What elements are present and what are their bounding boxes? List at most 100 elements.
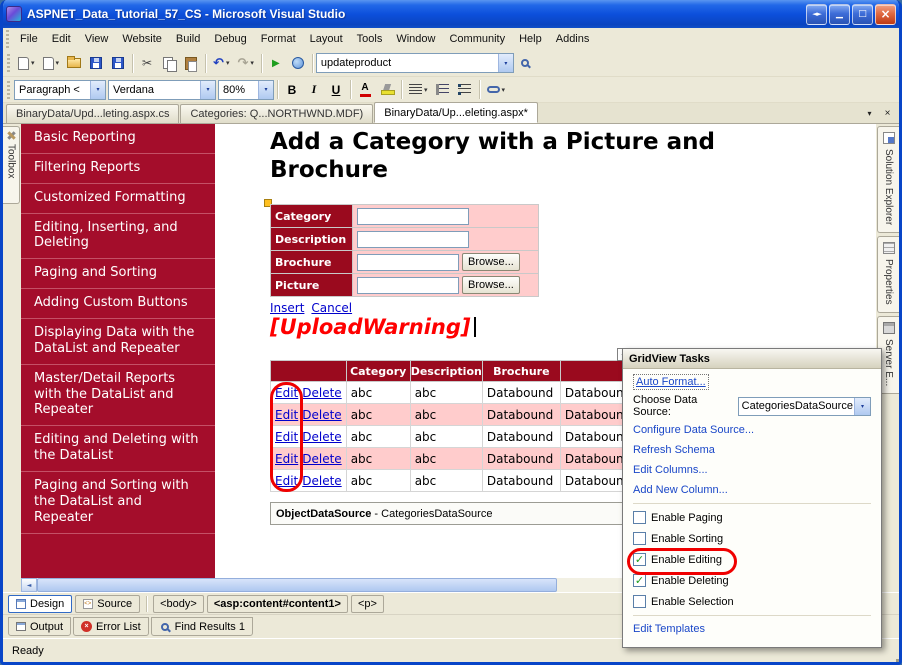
enable-editing-checkbox[interactable]: ✓ Enable Editing (633, 549, 871, 570)
edit-link[interactable]: Edit (275, 408, 298, 422)
configure-data-source-link[interactable]: Configure Data Source... (633, 420, 871, 440)
breadcrumb-body-tag[interactable]: <body> (153, 594, 204, 613)
start-debug-button[interactable]: ▶ (265, 52, 287, 74)
edit-link[interactable]: Edit (275, 452, 298, 466)
menu-tools[interactable]: Tools (350, 28, 390, 50)
hyperlink-button[interactable]: ▾ (483, 79, 510, 101)
nav-paging-sorting[interactable]: Paging and Sorting (21, 259, 215, 290)
tab-binarydata-aspx-active[interactable]: BinaryData/Up...eleting.aspx* (374, 102, 538, 123)
objectdatasource-control[interactable]: ObjectDataSource - CategoriesDataSource (270, 502, 633, 525)
checkbox-box[interactable] (633, 532, 646, 545)
highlight-button[interactable] (376, 79, 398, 101)
italic-button[interactable]: I (303, 79, 325, 101)
menu-format[interactable]: Format (254, 28, 303, 50)
bold-button[interactable]: B (281, 79, 303, 101)
brochure-browse-button[interactable]: Browse... (462, 253, 520, 271)
nav-editing-inserting-deleting[interactable]: Editing, Inserting, and Deleting (21, 214, 215, 260)
checkbox-box[interactable]: ✓ (633, 553, 646, 566)
description-input[interactable] (357, 230, 469, 248)
breadcrumb-content-tag[interactable]: <asp:content#content1> (206, 594, 348, 613)
solution-explorer-tab[interactable]: Solution Explorer (877, 126, 899, 234)
nav-basic-reporting[interactable]: Basic Reporting (21, 124, 215, 154)
nav-filtering-reports[interactable]: Filtering Reports (21, 154, 215, 184)
checkbox-box[interactable] (633, 595, 646, 608)
resize-grip[interactable] (892, 655, 895, 658)
minimize-button[interactable]: ▁ (829, 3, 850, 25)
edit-link[interactable]: Edit (275, 430, 298, 444)
nav-editing-deleting-datalist[interactable]: Editing and Deleting with the DataList (21, 426, 215, 473)
font-color-button[interactable]: A (354, 79, 376, 101)
insert-link[interactable]: Insert (270, 301, 304, 315)
category-input[interactable] (357, 207, 469, 225)
enable-selection-checkbox[interactable]: Enable Selection (633, 591, 871, 612)
font-name-combo[interactable]: Verdana ▾ (108, 79, 216, 100)
refresh-schema-link[interactable]: Refresh Schema (633, 440, 871, 460)
output-tab[interactable]: Output (8, 617, 72, 636)
dropdown-arrow-icon[interactable]: ▾ (258, 80, 273, 99)
redo-button[interactable]: ↷ ▾ (233, 52, 257, 74)
dock-swap-button[interactable]: ◄► (806, 3, 827, 25)
edit-link[interactable]: Edit (275, 474, 298, 488)
enable-sorting-checkbox[interactable]: Enable Sorting (633, 528, 871, 549)
browse-with-button[interactable] (287, 52, 309, 74)
delete-link[interactable]: Delete (302, 474, 341, 488)
brochure-input[interactable] (357, 253, 459, 271)
checkbox-box[interactable] (633, 511, 646, 524)
delete-link[interactable]: Delete (302, 386, 341, 400)
menu-view[interactable]: View (78, 28, 116, 50)
scroll-left-button[interactable]: ◄ (21, 578, 37, 592)
menu-edit[interactable]: Edit (45, 28, 78, 50)
menu-build[interactable]: Build (169, 28, 207, 50)
menu-layout[interactable]: Layout (303, 28, 350, 50)
auto-format-link[interactable]: Auto Format... (633, 374, 709, 390)
nav-custom-buttons[interactable]: Adding Custom Buttons (21, 289, 215, 320)
add-new-column-link[interactable]: Add New Column... (633, 480, 871, 500)
tab-list-dropdown-button[interactable]: ▾ (862, 106, 877, 121)
picture-browse-button[interactable]: Browse... (462, 276, 520, 294)
dropdown-arrow-icon[interactable]: ▾ (497, 54, 513, 72)
dropdown-arrow-icon[interactable]: ▾ (854, 397, 870, 415)
menu-window[interactable]: Window (389, 28, 442, 50)
nav-datalist-repeater[interactable]: Displaying Data with the DataList and Re… (21, 319, 215, 365)
design-view-button[interactable]: Design (8, 594, 73, 613)
delete-link[interactable]: Delete (302, 408, 341, 422)
enable-deleting-checkbox[interactable]: ✓ Enable Deleting (633, 570, 871, 591)
block-format-combo[interactable]: Paragraph < ▾ (14, 79, 106, 100)
source-view-button[interactable]: Source (75, 594, 141, 613)
open-file-button[interactable] (63, 52, 85, 74)
paste-button[interactable] (180, 52, 202, 74)
edit-templates-link[interactable]: Edit Templates (633, 619, 871, 639)
close-button[interactable]: × (875, 3, 896, 25)
edit-columns-link[interactable]: Edit Columns... (633, 460, 871, 480)
dropdown-arrow-icon[interactable]: ▾ (90, 80, 105, 99)
save-button[interactable] (85, 52, 107, 74)
nav-paging-sorting-datalist[interactable]: Paging and Sorting with the DataList and… (21, 472, 215, 534)
enable-paging-checkbox[interactable]: Enable Paging (633, 507, 871, 528)
properties-tab[interactable]: Properties (877, 236, 899, 313)
bullet-list-button[interactable] (454, 79, 476, 101)
error-list-tab[interactable]: × Error List (73, 617, 149, 636)
menu-debug[interactable]: Debug (207, 28, 253, 50)
save-all-button[interactable] (107, 52, 129, 74)
breadcrumb-p-tag[interactable]: <p> (350, 594, 384, 613)
copy-button[interactable] (158, 52, 180, 74)
menu-addins[interactable]: Addins (549, 28, 597, 50)
find-in-files-button[interactable] (514, 52, 536, 74)
checkbox-box[interactable]: ✓ (633, 574, 646, 587)
close-document-button[interactable]: × (880, 106, 895, 121)
toolbar-search-combo[interactable]: updateproduct ▾ (315, 53, 514, 73)
tab-binarydata-aspx-cs[interactable]: BinaryData/Upd...leting.aspx.cs (6, 104, 180, 123)
menu-community[interactable]: Community (442, 28, 512, 50)
delete-link[interactable]: Delete (302, 452, 341, 466)
numbered-list-button[interactable] (432, 79, 454, 101)
nav-master-detail[interactable]: Master/Detail Reports with the DataList … (21, 365, 215, 427)
cut-button[interactable]: ✂ (136, 52, 158, 74)
menu-website[interactable]: Website (115, 28, 169, 50)
picture-input[interactable] (357, 276, 459, 294)
new-website-button[interactable]: ▾ (14, 52, 39, 74)
menu-help[interactable]: Help (512, 28, 549, 50)
dropdown-arrow-icon[interactable]: ▾ (200, 80, 215, 99)
data-source-combo[interactable]: CategoriesDataSource ▾ (737, 396, 871, 416)
maximize-button[interactable]: □ (852, 3, 873, 25)
find-results-tab[interactable]: Find Results 1 (150, 617, 253, 636)
